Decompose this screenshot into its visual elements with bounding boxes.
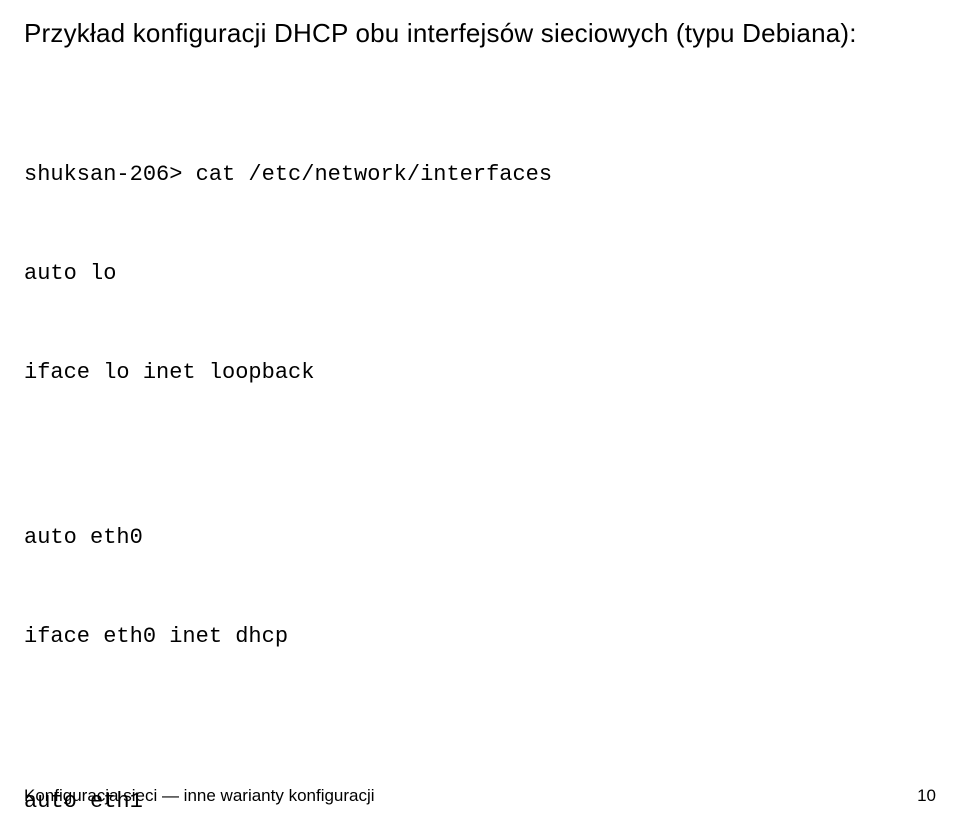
code-line: auto lo xyxy=(24,257,552,290)
code-line: auto eth0 xyxy=(24,521,552,554)
code-block: shuksan-206> cat /etc/network/interfaces… xyxy=(24,92,552,824)
code-line: shuksan-206> cat /etc/network/interfaces xyxy=(24,158,552,191)
slide-title: Przykład konfiguracji DHCP obu interfejs… xyxy=(24,18,857,49)
code-line: iface eth0 inet dhcp xyxy=(24,620,552,653)
slide-footer: Konfiguracja sieci — inne warianty konfi… xyxy=(24,786,936,806)
slide-page: Przykład konfiguracji DHCP obu interfejs… xyxy=(0,0,960,824)
code-line: iface lo inet loopback xyxy=(24,356,552,389)
page-number: 10 xyxy=(917,786,936,806)
footer-label: Konfiguracja sieci — inne warianty konfi… xyxy=(24,786,375,806)
